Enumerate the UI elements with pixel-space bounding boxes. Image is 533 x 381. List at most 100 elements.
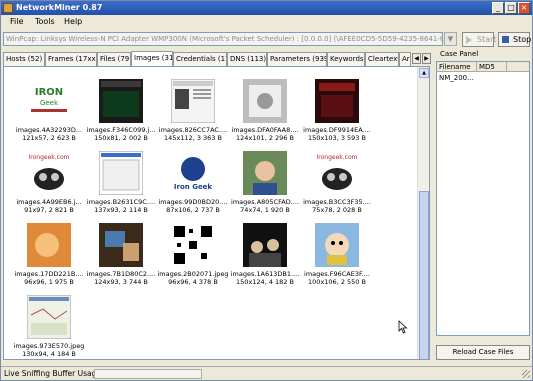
image-filename: images.F96CAE3F....	[304, 270, 370, 278]
window-title: NetworkMiner 0.87	[16, 3, 103, 12]
start-button-label: Start	[477, 35, 497, 44]
image-thumbnail[interactable]: Iron Geek images.99D0BD20.... 87x106, 2 73…	[154, 151, 232, 225]
photo-grey-icon	[243, 79, 287, 123]
image-filename: images.7B1D80C2....	[86, 270, 156, 278]
image-thumbnail[interactable]: images.973E570.jpeg 130x94, 4 184 B	[10, 295, 88, 359]
image-filename: images.826CC7AC....	[158, 126, 228, 134]
column-md5[interactable]: MD5	[477, 62, 507, 72]
image-dimensions: 150x81, 2 002 B	[94, 134, 148, 142]
image-dimensions: 130x94, 4 184 B	[22, 350, 76, 358]
column-filename[interactable]: Filename	[437, 62, 477, 72]
image-dimensions: 91x97, 2 821 B	[24, 206, 74, 214]
person-photo-icon	[243, 151, 287, 195]
svg-text:Irongeek.com: Irongeek.com	[29, 154, 70, 161]
tab-frames[interactable]: Frames (17xxx)	[45, 52, 97, 66]
image-thumbnail[interactable]: Irongeek.com images.4A99EB6.j... 91x97, 2 …	[10, 151, 88, 225]
svg-text:Irongeek.com: Irongeek.com	[317, 154, 358, 161]
image-filename: images.B2631C9C....	[86, 198, 156, 206]
tab-scroll-right-icon[interactable]: ▶	[422, 53, 431, 64]
title-bar[interactable]: NetworkMiner 0.87 _ □ ×	[1, 1, 532, 15]
minimize-button[interactable]: _	[492, 2, 504, 14]
image-thumbnail[interactable]: images.DFA0FAA8.... 124x101, 2 296 B	[226, 79, 304, 153]
image-filename: images.A805CFAD....	[231, 198, 299, 206]
tab-anomalies[interactable]: Ar	[399, 52, 411, 66]
image-filename: images.17DD221B....	[14, 270, 84, 278]
image-dimensions: 121x57, 2 623 B	[22, 134, 76, 142]
case-panel: Case Panel Filename MD5 NM_200... Reload…	[434, 48, 532, 362]
adapter-select[interactable]: WinPcap: Linksys Wireless-N PCI Adapter …	[3, 32, 443, 46]
case-file-row[interactable]: NM_200...	[437, 74, 474, 83]
tab-cleartext[interactable]: Cleartext	[365, 52, 399, 66]
image-dimensions: 75x78, 2 028 B	[312, 206, 362, 214]
image-dimensions: 87x106, 2 737 B	[166, 206, 220, 214]
menu-bar: File Tools Help	[1, 15, 532, 29]
tab-keywords[interactable]: Keywords	[327, 52, 365, 66]
image-thumbnail[interactable]: images.7B1D80C2.... 124x93, 3 744 B	[82, 223, 160, 297]
tab-files[interactable]: Files (79)	[97, 52, 131, 66]
image-dimensions: 96x96, 1 975 B	[24, 278, 74, 286]
svg-text:IRON: IRON	[35, 87, 63, 98]
scrollbar-thumb[interactable]	[419, 191, 429, 359]
chevron-down-icon[interactable]: ▼	[444, 32, 457, 46]
main-window: NetworkMiner 0.87 _ □ × File Tools Help …	[0, 0, 533, 381]
image-dimensions: 150x103, 3 593 B	[308, 134, 366, 142]
case-file-list[interactable]: Filename MD5 NM_200...	[436, 61, 530, 336]
image-filename: images.DF9914EA....	[303, 126, 371, 134]
image-thumbnail[interactable]: Irongeek.com images.B3CC3F35.... 75x78, 2 …	[298, 151, 376, 225]
mouse-cursor-icon	[398, 320, 408, 334]
image-thumbnail[interactable]: images.826CC7AC.... 145x112, 3 363 B	[154, 79, 232, 153]
image-thumbnail[interactable]: images.B2631C9C.... 137x93, 2 114 B	[82, 151, 160, 225]
case-list-header: Filename MD5	[437, 62, 529, 72]
image-thumbnail[interactable]: IRON Geek images.4A32293D... 121x57, 2 623 …	[10, 79, 88, 153]
map-screenshot-icon	[27, 295, 71, 339]
cartoon-character-icon	[315, 223, 359, 267]
window-screenshot-icon	[99, 151, 143, 195]
status-bar: Live Sniffing Buffer Usage:	[1, 366, 532, 380]
image-dimensions: 145x112, 3 363 B	[164, 134, 222, 142]
menu-tools[interactable]: Tools	[35, 17, 55, 27]
buffer-usage-bar	[94, 369, 202, 379]
image-thumbnail[interactable]: images.17DD221B.... 96x96, 1 975 B	[10, 223, 88, 297]
image-filename: images.B3CC3F35....	[303, 198, 371, 206]
irongeek-robot-icon: Irongeek.com	[315, 151, 359, 195]
tab-credentials[interactable]: Credentials (17)	[173, 52, 227, 66]
buffer-usage-label: Live Sniffing Buffer Usage:	[4, 369, 104, 378]
image-filename: images.99D0BD20....	[158, 198, 228, 206]
irongeek-badge-icon: Iron Geek	[171, 151, 215, 195]
image-dimensions: 124x101, 2 296 B	[236, 134, 294, 142]
image-filename: images.4A32293D...	[15, 126, 83, 134]
image-thumbnail[interactable]: images.A805CFAD.... 74x74, 1 920 B	[226, 151, 304, 225]
maximize-button[interactable]: □	[505, 2, 517, 14]
image-thumbnail[interactable]: images.2B02071.jpeg 96x96, 4 378 B	[154, 223, 232, 297]
image-filename: images.973E570.jpeg	[13, 342, 85, 350]
tab-hosts[interactable]: Hosts (52)	[3, 52, 45, 66]
tab-images[interactable]: Images (31)	[131, 51, 173, 66]
menu-help[interactable]: Help	[64, 17, 82, 27]
image-thumbnail[interactable]: images.DF9914EA.... 150x103, 3 593 B	[298, 79, 376, 153]
irongeek-robot-icon: Irongeek.com	[27, 151, 71, 195]
images-view: IRON Geek images.4A32293D... 121x57, 2 623 …	[3, 66, 430, 360]
tab-dns[interactable]: DNS (113)	[227, 52, 267, 66]
image-filename: images.1A613DB1....	[230, 270, 300, 278]
menu-file[interactable]: File	[10, 17, 23, 27]
desk-photo-icon	[99, 223, 143, 267]
stop-button[interactable]: Stop	[498, 32, 531, 47]
image-dimensions: 74x74, 1 920 B	[240, 206, 290, 214]
tab-scroll-left-icon[interactable]: ◀	[412, 53, 421, 64]
scroll-up-icon[interactable]: ▲	[419, 68, 429, 78]
tab-strip: Hosts (52) Frames (17xxx) Files (79) Ima…	[3, 51, 423, 66]
image-dimensions: 100x106, 2 550 B	[308, 278, 366, 286]
image-thumbnail[interactable]: images.F346C099.j... 150x81, 2 002 B	[82, 79, 160, 153]
image-thumbnail[interactable]: images.F96CAE3F.... 100x106, 2 550 B	[298, 223, 376, 297]
orange-photo-icon	[27, 223, 71, 267]
reload-case-files-button[interactable]: Reload Case Files	[436, 345, 530, 360]
image-filename: images.2B02071.jpeg	[157, 270, 229, 278]
start-button[interactable]: Start	[462, 32, 497, 47]
tab-parameters[interactable]: Parameters (939)	[267, 52, 327, 66]
crowd-photo-icon	[243, 223, 287, 267]
image-thumbnail[interactable]: images.1A613DB1.... 150x124, 4 182 B	[226, 223, 304, 297]
resize-grip-icon[interactable]	[522, 370, 530, 378]
vertical-scrollbar[interactable]: ▲	[417, 67, 429, 359]
svg-text:Iron Geek: Iron Geek	[174, 183, 213, 191]
close-button[interactable]: ×	[518, 2, 530, 14]
